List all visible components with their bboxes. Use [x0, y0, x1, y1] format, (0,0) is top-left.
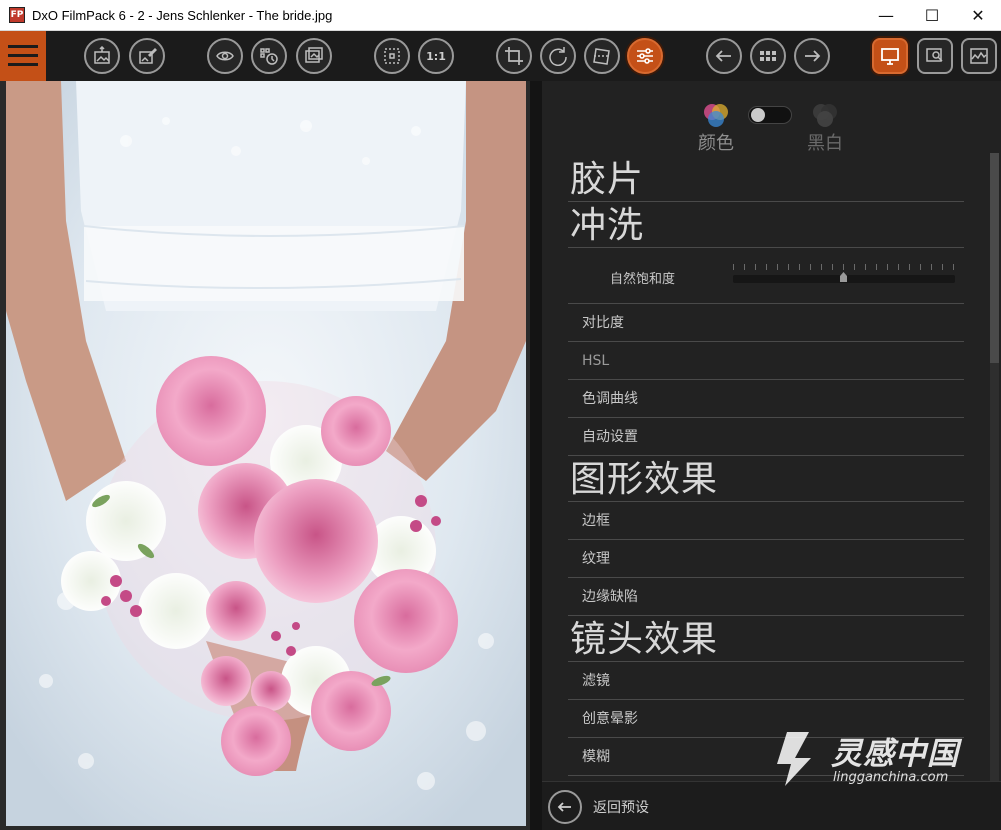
close-button[interactable]: ✕ — [955, 0, 1001, 31]
grid-view-button[interactable] — [750, 38, 786, 74]
section-film[interactable]: 胶片 — [568, 156, 964, 202]
zoom-image-icon — [926, 48, 943, 62]
previous-image-button[interactable] — [706, 38, 742, 74]
sliders-icon — [637, 48, 653, 64]
vibrance-slider-thumb[interactable] — [840, 272, 847, 282]
adjustments-panel: 颜色 黑白 胶片 冲洗 自然饱和度 对比度 HSL 色调曲线 自动设置 图形效果… — [542, 81, 1001, 830]
vibrance-slider-row: 自然饱和度 — [568, 248, 964, 304]
color-bw-toggle[interactable] — [748, 106, 792, 124]
color-bw-switch: 颜色 黑白 — [692, 99, 902, 154]
panel-scrollbar-thumb[interactable] — [990, 153, 999, 363]
histogram-icon — [970, 48, 988, 64]
item-contrast[interactable]: 对比度 — [568, 304, 964, 342]
watermark: 灵感中国 lingganchina.com — [765, 728, 985, 792]
watermark-cn-text: 灵感中国 — [831, 736, 959, 772]
section-development[interactable]: 冲洗 — [568, 202, 964, 248]
item-frames[interactable]: 边框 — [568, 502, 964, 540]
app-icon: FP — [9, 7, 25, 23]
vibrance-label: 自然饱和度 — [610, 272, 676, 287]
item-tone-curve[interactable]: 色调曲线 — [568, 380, 964, 418]
watermark-logo-icon — [777, 732, 811, 786]
bw-mode-label[interactable]: 黑白 — [807, 129, 843, 155]
item-textures[interactable]: 纹理 — [568, 540, 964, 578]
eye-icon — [216, 51, 234, 61]
arrow-left-icon — [715, 50, 731, 62]
next-image-button[interactable] — [794, 38, 830, 74]
import-image-icon — [94, 46, 110, 64]
item-hsl[interactable]: HSL — [568, 342, 964, 380]
zoom-100-label: 1:1 — [426, 49, 446, 63]
color-mode-label[interactable]: 颜色 — [698, 129, 734, 155]
monitor-icon — [881, 48, 899, 65]
main-toolbar: 1:1 — [0, 31, 1001, 81]
bw-mode-icon — [813, 104, 837, 127]
crop-button[interactable] — [496, 38, 532, 74]
import-image-button[interactable] — [84, 38, 120, 74]
slider-ticks — [733, 264, 955, 270]
item-light-leaks[interactable]: 边缘缺陷 — [568, 578, 964, 616]
back-to-presets-button[interactable] — [548, 790, 582, 824]
histogram-button[interactable] — [961, 38, 997, 74]
history-button[interactable] — [251, 38, 287, 74]
fit-to-screen-button[interactable] — [374, 38, 410, 74]
photos-icon — [305, 47, 323, 63]
hamburger-menu-button[interactable] — [0, 31, 46, 81]
fullscreen-button[interactable] — [872, 38, 908, 74]
maximize-button[interactable]: ☐ — [909, 0, 955, 31]
adjustment-list: 胶片 冲洗 自然饱和度 对比度 HSL 色调曲线 自动设置 图形效果 边框 纹理… — [568, 156, 964, 776]
window-title: DxO FilmPack 6 - 2 - Jens Schlenker - Th… — [32, 7, 333, 23]
straighten-icon — [593, 48, 610, 65]
bride-bouquet-image — [6, 81, 526, 826]
rotate-icon — [549, 47, 567, 66]
arrow-right-icon — [805, 50, 821, 62]
pane-divider[interactable] — [530, 81, 542, 830]
section-lens-effects[interactable]: 镜头效果 — [568, 616, 964, 662]
window-controls: — ☐ ✕ — [863, 0, 1001, 31]
fit-screen-icon — [384, 48, 400, 64]
section-graphic-effects[interactable]: 图形效果 — [568, 456, 964, 502]
straighten-button[interactable] — [584, 38, 620, 74]
loupe-button[interactable] — [917, 38, 953, 74]
edit-image-icon — [139, 47, 157, 64]
compare-button[interactable] — [296, 38, 332, 74]
title-bar: FP DxO FilmPack 6 - 2 - Jens Schlenker -… — [0, 0, 1001, 31]
rotate-button[interactable] — [540, 38, 576, 74]
adjustments-button[interactable] — [627, 38, 663, 74]
export-image-button[interactable] — [129, 38, 165, 74]
back-to-presets-label[interactable]: 返回预设 — [593, 797, 649, 817]
bride-photo — [6, 81, 526, 826]
grid-icon — [760, 51, 776, 61]
item-auto-settings[interactable]: 自动设置 — [568, 418, 964, 456]
crop-icon — [505, 47, 523, 65]
toggle-knob — [751, 108, 765, 122]
minimize-button[interactable]: — — [863, 0, 909, 31]
zoom-100-button[interactable]: 1:1 — [418, 38, 454, 74]
watermark-en-text: lingganchina.com — [833, 770, 949, 785]
image-viewer[interactable] — [0, 81, 530, 830]
color-mode-icon — [704, 104, 728, 127]
history-icon — [260, 48, 278, 65]
preview-button[interactable] — [207, 38, 243, 74]
arrow-left-icon — [557, 802, 571, 812]
item-filters[interactable]: 滤镜 — [568, 662, 964, 700]
